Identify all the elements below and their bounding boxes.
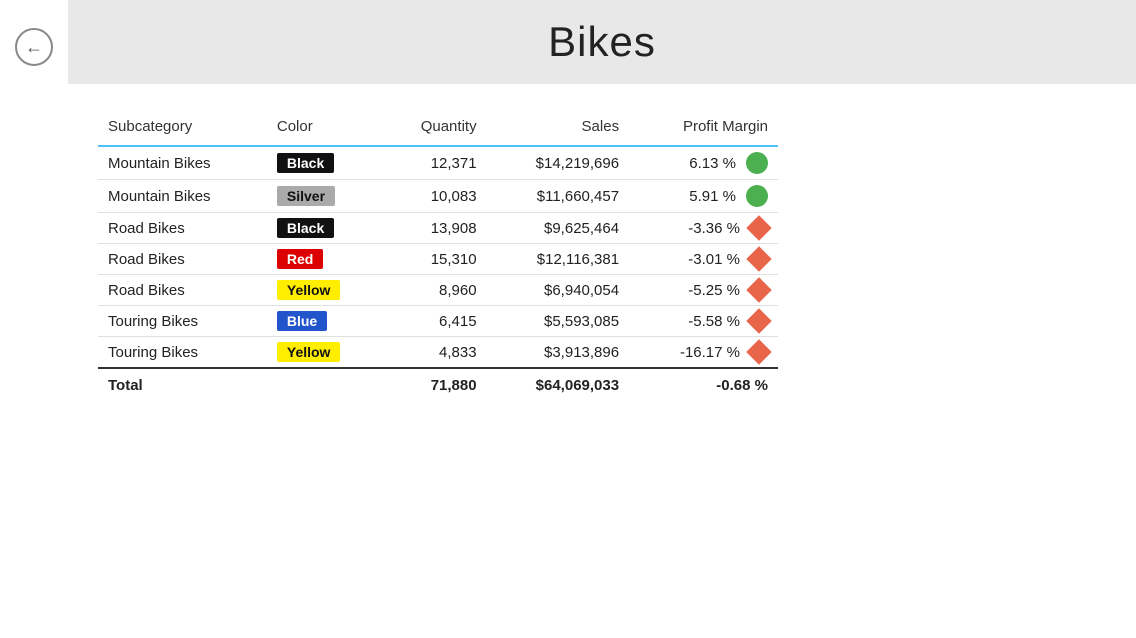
page-title: Bikes <box>548 18 656 65</box>
color-badge: Red <box>277 249 323 269</box>
color-badge: Black <box>277 153 334 173</box>
cell-subcategory: Touring Bikes <box>98 337 267 369</box>
cell-profit-margin: -3.01 % <box>629 244 778 275</box>
negative-indicator <box>746 215 771 240</box>
cell-profit-margin: -5.58 % <box>629 306 778 337</box>
negative-indicator <box>746 246 771 271</box>
back-button[interactable]: ← <box>15 28 53 66</box>
cell-profit-margin: 6.13 % <box>629 146 778 180</box>
cell-quantity: 6,415 <box>382 306 487 337</box>
profit-margin-value: -16.17 % <box>680 344 740 361</box>
cell-subcategory: Mountain Bikes <box>98 180 267 213</box>
color-badge: Black <box>277 218 334 238</box>
color-badge: Blue <box>277 311 327 331</box>
negative-indicator <box>746 277 771 302</box>
positive-indicator <box>746 152 768 174</box>
cell-sales: $12,116,381 <box>487 244 630 275</box>
cell-profit-margin: -16.17 % <box>629 337 778 369</box>
col-color: Color <box>267 112 382 146</box>
data-table: Subcategory Color Quantity Sales Profit … <box>98 112 778 399</box>
table-row: Mountain Bikes Silver 10,083$11,660,457 5.9… <box>98 180 778 213</box>
main-content: Bikes Subcategory Color Quantity Sales P… <box>68 0 1136 638</box>
cell-color: Red <box>267 244 382 275</box>
negative-indicator <box>746 339 771 364</box>
cell-sales: $9,625,464 <box>487 213 630 244</box>
cell-sales: $5,593,085 <box>487 306 630 337</box>
cell-sales: $3,913,896 <box>487 337 630 369</box>
cell-profit-margin: -5.25 % <box>629 275 778 306</box>
col-subcategory: Subcategory <box>98 112 267 146</box>
cell-quantity: 10,083 <box>382 180 487 213</box>
cell-quantity: 4,833 <box>382 337 487 369</box>
cell-sales: $6,940,054 <box>487 275 630 306</box>
back-icon: ← <box>25 37 43 58</box>
table-header-row: Subcategory Color Quantity Sales Profit … <box>98 112 778 146</box>
cell-subcategory: Road Bikes <box>98 244 267 275</box>
profit-margin-value: -3.01 % <box>688 251 740 268</box>
cell-profit-margin: -3.36 % <box>629 213 778 244</box>
content-area: Subcategory Color Quantity Sales Profit … <box>68 84 1136 419</box>
cell-color: Blue <box>267 306 382 337</box>
page-container: ← Bikes Subcategory Color Quantity Sales… <box>0 0 1136 638</box>
total-row: Total71,880$64,069,033-0.68 % <box>98 368 778 399</box>
cell-quantity: 15,310 <box>382 244 487 275</box>
table-row: Road Bikes Yellow 8,960$6,940,054 -5.25 % <box>98 275 778 306</box>
profit-margin-value: -5.58 % <box>688 313 740 330</box>
cell-subcategory: Road Bikes <box>98 275 267 306</box>
col-profit-margin: Profit Margin <box>629 112 778 146</box>
cell-color: Silver <box>267 180 382 213</box>
negative-indicator <box>746 308 771 333</box>
table-row: Touring Bikes Blue 6,415$5,593,085 -5.58 % <box>98 306 778 337</box>
cell-color: Yellow <box>267 275 382 306</box>
cell-color: Yellow <box>267 337 382 369</box>
table-row: Mountain Bikes Black 12,371$14,219,696 6.13… <box>98 146 778 180</box>
profit-margin-value: -3.36 % <box>688 220 740 237</box>
cell-subcategory: Mountain Bikes <box>98 146 267 180</box>
cell-sales: $14,219,696 <box>487 146 630 180</box>
profit-margin-value: 6.13 % <box>689 155 736 172</box>
cell-quantity: 12,371 <box>382 146 487 180</box>
total-profit-margin: -0.68 % <box>629 368 778 399</box>
cell-subcategory: Road Bikes <box>98 213 267 244</box>
total-quantity: 71,880 <box>382 368 487 399</box>
table-row: Touring Bikes Yellow 4,833$3,913,896 -16.17… <box>98 337 778 369</box>
positive-indicator <box>746 185 768 207</box>
cell-color: Black <box>267 146 382 180</box>
total-sales: $64,069,033 <box>487 368 630 399</box>
profit-margin-value: -5.25 % <box>688 282 740 299</box>
cell-quantity: 8,960 <box>382 275 487 306</box>
cell-quantity: 13,908 <box>382 213 487 244</box>
col-quantity: Quantity <box>382 112 487 146</box>
color-badge: Yellow <box>277 280 341 300</box>
header-bar: Bikes <box>68 0 1136 84</box>
color-badge: Yellow <box>277 342 341 362</box>
color-badge: Silver <box>277 186 335 206</box>
table-row: Road Bikes Black 13,908$9,625,464 -3.36 % <box>98 213 778 244</box>
col-sales: Sales <box>487 112 630 146</box>
total-label: Total <box>98 368 382 399</box>
cell-sales: $11,660,457 <box>487 180 630 213</box>
cell-subcategory: Touring Bikes <box>98 306 267 337</box>
cell-profit-margin: 5.91 % <box>629 180 778 213</box>
profit-margin-value: 5.91 % <box>689 188 736 205</box>
left-sidebar: ← <box>0 0 68 638</box>
table-row: Road Bikes Red 15,310$12,116,381 -3.01 % <box>98 244 778 275</box>
cell-color: Black <box>267 213 382 244</box>
